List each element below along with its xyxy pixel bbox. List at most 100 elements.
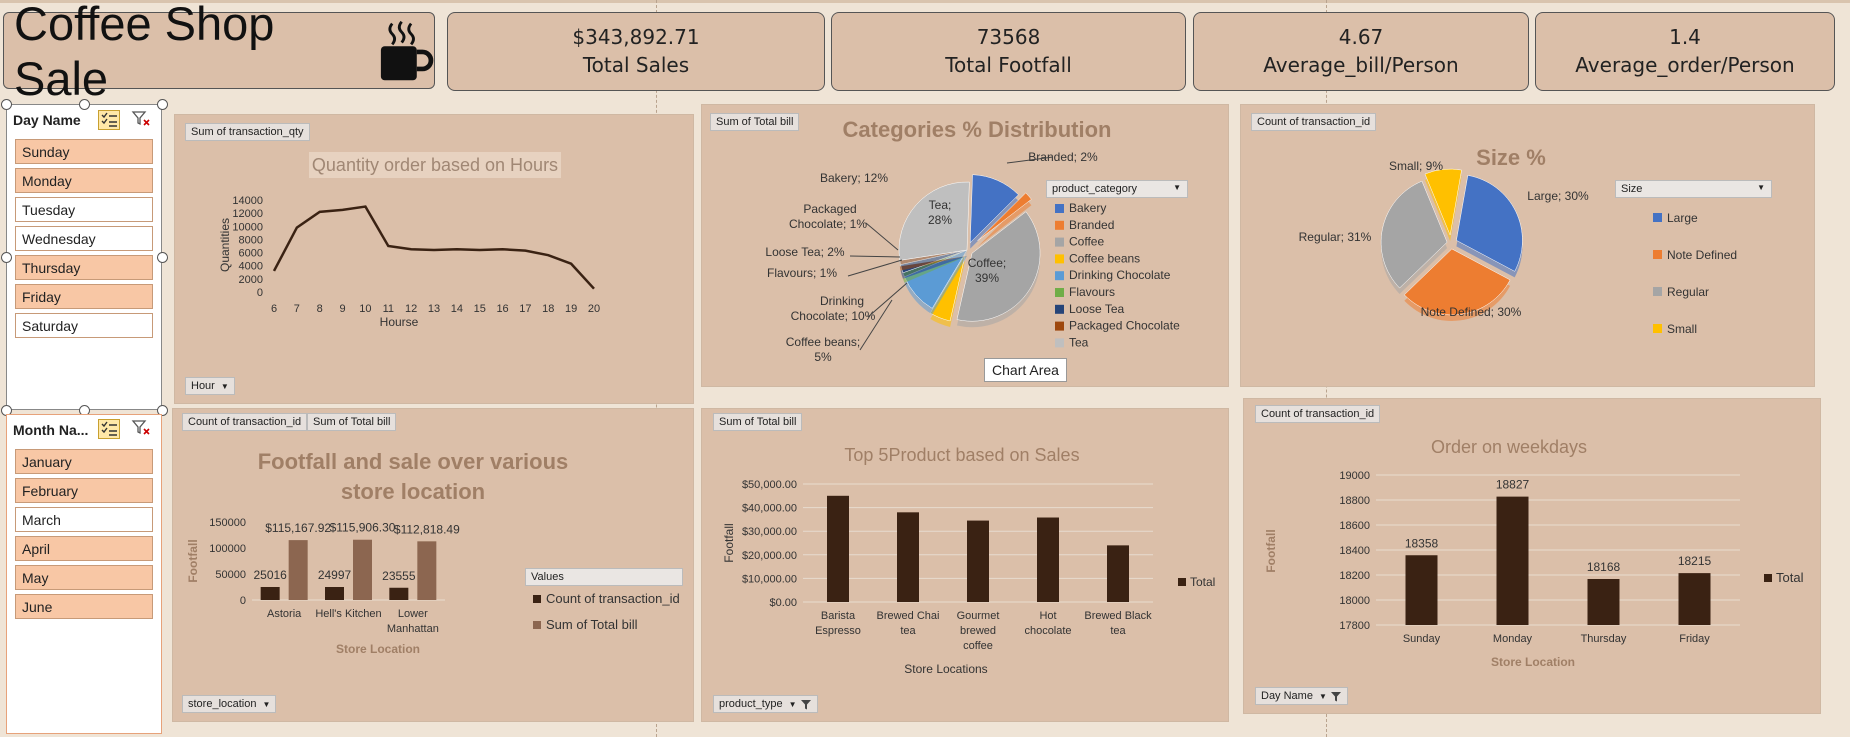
field-button-legend[interactable]: product_category ▼ bbox=[1046, 180, 1188, 198]
bar-count-of-transaction_id bbox=[325, 587, 344, 600]
resize-handle[interactable] bbox=[157, 99, 168, 110]
x-axis-title: Store Location bbox=[1491, 655, 1575, 669]
field-button-legend[interactable]: Size ▼ bbox=[1615, 180, 1772, 198]
y-tick-label: 100000 bbox=[209, 543, 246, 555]
data-label: $115,167.92 bbox=[265, 521, 331, 535]
weekdays-bar-chart: 17800 18000 18200 18400 18600 18800 19000 Sunda… bbox=[1264, 470, 1804, 669]
legend-swatch bbox=[1653, 250, 1662, 259]
multi-select-icon[interactable] bbox=[98, 419, 120, 439]
x-tick-label: Hot bbox=[1039, 610, 1056, 622]
y-tick-label: 12000 bbox=[232, 208, 263, 220]
slicer-item-may[interactable]: May bbox=[15, 565, 153, 590]
top-products-chart-panel[interactable]: Sum of Total bill Top 5Product based on … bbox=[701, 408, 1229, 722]
bar-count-of-transaction_id bbox=[260, 586, 280, 600]
x-axis-title: Store Location bbox=[336, 642, 420, 656]
slicer-item-saturday[interactable]: Saturday bbox=[15, 313, 153, 338]
filter-icon bbox=[800, 699, 811, 710]
data-label: 24997 bbox=[318, 568, 352, 582]
slicer-item-april[interactable]: April bbox=[15, 536, 153, 561]
slicer-item-march[interactable]: March bbox=[15, 507, 153, 532]
legend-swatch bbox=[1653, 213, 1662, 222]
y-tick-label: 0 bbox=[257, 287, 263, 299]
legend-label: Total bbox=[1776, 570, 1804, 585]
slicer-item-june[interactable]: June bbox=[15, 594, 153, 619]
field-button-axis[interactable]: Hour ▼ bbox=[185, 377, 235, 395]
y-tick-label: 4000 bbox=[239, 261, 263, 273]
legend-label: Coffee beans bbox=[1069, 251, 1140, 265]
legend-label: Branded bbox=[1069, 218, 1114, 232]
y-tick-label: $40,000.00 bbox=[742, 503, 797, 515]
slicer-item-thursday[interactable]: Thursday bbox=[15, 255, 153, 280]
data-label: 18215 bbox=[1678, 554, 1712, 568]
page-title: Coffee Shop Sale bbox=[14, 0, 275, 105]
y-axis-title: Footfall bbox=[186, 539, 200, 582]
legend-swatch bbox=[533, 595, 541, 603]
x-tick-label: Gourmet bbox=[957, 610, 1000, 622]
data-label: Coffee; bbox=[968, 256, 1006, 270]
x-tick-label: Astoria bbox=[267, 608, 302, 620]
legend-swatch bbox=[1055, 204, 1064, 213]
slicer-item-monday[interactable]: Monday bbox=[15, 168, 153, 193]
slicer-item-friday[interactable]: Friday bbox=[15, 284, 153, 309]
y-tick-label: $50,000.00 bbox=[742, 479, 797, 491]
x-tick-label: 16 bbox=[496, 303, 508, 315]
field-button-label: Day Name bbox=[1261, 690, 1313, 702]
y-tick-label: 18200 bbox=[1339, 570, 1370, 582]
field-button-axis[interactable]: Day Name ▼ bbox=[1255, 687, 1348, 705]
month-name-slicer[interactable]: Month Na... January February March April May… bbox=[6, 414, 162, 734]
data-label: Loose Tea; 2% bbox=[765, 245, 845, 259]
slicer-item-sunday[interactable]: Sunday bbox=[15, 139, 153, 164]
size-chart-panel[interactable]: Count of transaction_id Size % Large Note… bbox=[1240, 104, 1815, 387]
bar-total bbox=[1587, 579, 1620, 625]
hours-chart-panel[interactable]: Sum of transaction_qty Quantity order ba… bbox=[174, 114, 694, 404]
clear-filter-icon[interactable] bbox=[131, 110, 153, 130]
y-tick-label: 6000 bbox=[239, 248, 263, 260]
data-label: Large; 30% bbox=[1527, 189, 1589, 203]
slicer-item-february[interactable]: February bbox=[15, 478, 153, 503]
y-tick-label: 18000 bbox=[1339, 595, 1370, 607]
x-tick-label: 18 bbox=[542, 303, 554, 315]
dashboard-title-box: Coffee Shop Sale bbox=[3, 0, 435, 105]
resize-handle[interactable] bbox=[1, 252, 12, 263]
resize-handle[interactable] bbox=[1, 99, 12, 110]
resize-handle[interactable] bbox=[157, 252, 168, 263]
field-button-axis[interactable]: product_type ▼ bbox=[713, 695, 818, 713]
x-tick-label: 9 bbox=[340, 303, 346, 315]
bar-total bbox=[1678, 573, 1711, 625]
data-label: 18827 bbox=[1496, 478, 1530, 492]
slicer-title: Day Name bbox=[13, 112, 81, 128]
bar-sum-of-total-bill bbox=[288, 540, 308, 600]
clear-filter-icon[interactable] bbox=[131, 419, 153, 439]
x-tick-label: 7 bbox=[294, 303, 300, 315]
store-location-chart-panel[interactable]: Count of transaction_id Sum of Total bil… bbox=[172, 408, 694, 722]
resize-handle[interactable] bbox=[79, 99, 90, 110]
bar-total bbox=[967, 520, 989, 602]
legend-swatch bbox=[1055, 237, 1064, 247]
x-tick-label: 14 bbox=[451, 303, 463, 315]
legend-label: Drinking Chocolate bbox=[1069, 268, 1171, 282]
kpi-value: 4.67 bbox=[1338, 25, 1384, 49]
kpi-total-footfall: 73568 Total Footfall bbox=[831, 12, 1186, 91]
data-label: 28% bbox=[928, 213, 952, 227]
legend-label: Large bbox=[1667, 211, 1698, 225]
y-tick-label: $0.00 bbox=[769, 597, 797, 609]
y-tick-label: $10,000.00 bbox=[742, 573, 797, 585]
slicer-item-tuesday[interactable]: Tuesday bbox=[15, 197, 153, 222]
weekdays-chart-panel[interactable]: Count of transaction_id Order on weekday… bbox=[1243, 398, 1821, 714]
field-button-axis[interactable]: store_location ▼ bbox=[182, 695, 277, 713]
field-button-label: Size bbox=[1621, 183, 1643, 195]
bar-total bbox=[1496, 496, 1529, 625]
slicer-item-wednesday[interactable]: Wednesday bbox=[15, 226, 153, 251]
leader-line bbox=[849, 255, 901, 258]
slicer-item-january[interactable]: January bbox=[15, 449, 153, 474]
legend-swatch bbox=[1653, 324, 1662, 333]
leader-line bbox=[867, 282, 908, 318]
categories-chart-panel[interactable]: Sum of Total bill Categories % Distribut… bbox=[701, 104, 1229, 387]
legend-label: Small bbox=[1667, 322, 1697, 336]
products-bar-chart: $0.00 $10,000.00 $20,000.00 $30,000.00 $40,0… bbox=[722, 479, 1215, 676]
kpi-label: Average_order/Person bbox=[1575, 53, 1795, 77]
y-tick-label: $20,000.00 bbox=[742, 550, 797, 562]
multi-select-icon[interactable] bbox=[98, 110, 120, 130]
x-tick-label: Monday bbox=[1493, 633, 1533, 645]
day-name-slicer[interactable]: Day Name Sunday Monday Tuesday Wednesday Thu… bbox=[6, 104, 162, 410]
